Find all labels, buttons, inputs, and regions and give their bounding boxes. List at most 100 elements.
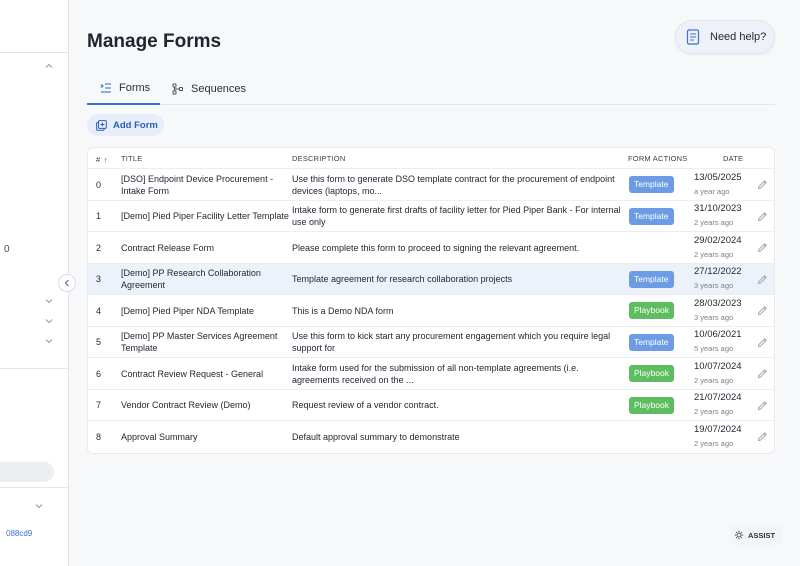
row-description: Request review of a vendor contract.	[292, 400, 439, 410]
row-number: 1	[96, 211, 102, 221]
row-number: 4	[96, 305, 102, 316]
table-row[interactable]: 2 Contract Release Form Please complete th…	[88, 231, 774, 263]
row-date: 31/10/2023 2 years ago	[694, 201, 752, 232]
playbook-badge[interactable]: Playbook	[629, 302, 674, 319]
column-header-description[interactable]: DESCRIPTION	[292, 154, 345, 163]
column-header-number[interactable]: # ↑	[96, 154, 108, 165]
sidebar-truncated-value: 0	[4, 244, 10, 255]
row-title[interactable]: [Demo] Pied Piper NDA Template	[121, 295, 289, 326]
column-header-date[interactable]: DATE	[723, 154, 743, 163]
tab-sequences-label: Sequences	[191, 82, 247, 95]
need-help-button[interactable]: Need help?	[675, 20, 775, 54]
row-description: Template agreement for research collabor…	[292, 274, 513, 284]
column-header-number-label: #	[96, 155, 101, 164]
pencil-icon	[757, 306, 767, 316]
row-description: This is a Demo NDA form	[292, 305, 394, 316]
row-date-relative: 2 years ago	[694, 438, 734, 448]
table-row[interactable]: 3 [Demo] PP Research Collaboration Agreem…	[88, 262, 774, 295]
assist-button[interactable]: ASSIST	[730, 525, 782, 545]
table-row[interactable]: 4 [Demo] Pied Piper NDA Template This is a…	[88, 294, 774, 326]
edit-button[interactable]	[755, 421, 769, 452]
template-badge[interactable]: Template	[629, 270, 674, 288]
edit-button[interactable]	[755, 358, 769, 389]
row-title[interactable]: [Demo] PP Research Collaboration Agreeme…	[121, 264, 289, 295]
row-title[interactable]: [DSO] Endpoint Device Procurement - Inta…	[121, 169, 289, 200]
table-row[interactable]: 6 Contract Review Request - General Intake…	[88, 357, 774, 389]
row-title[interactable]: Vendor Contract Review (Demo)	[121, 390, 289, 421]
playbook-badge[interactable]: Playbook	[629, 396, 674, 414]
sort-ascending-icon[interactable]: ↑	[103, 155, 108, 165]
tab-sequences[interactable]: Sequences	[172, 72, 246, 105]
pencil-icon	[757, 211, 767, 221]
chevron-down-icon[interactable]	[44, 316, 54, 326]
template-badge[interactable]: Template	[629, 176, 674, 193]
edit-button[interactable]	[755, 169, 769, 200]
row-title[interactable]: [Demo] PP Master Services Agreement Temp…	[121, 327, 289, 358]
sidebar-collapse-button[interactable]	[58, 274, 76, 292]
form-list-icon	[100, 82, 111, 93]
pencil-icon	[757, 369, 767, 379]
row-date-relative: 2 years ago	[694, 375, 734, 385]
playbook-badge[interactable]: Playbook	[629, 365, 674, 382]
sidebar-divider	[0, 487, 68, 488]
row-date: 10/06/2021 5 years ago	[694, 327, 752, 358]
row-title[interactable]: Approval Summary	[121, 421, 289, 452]
template-badge[interactable]: Template	[629, 207, 674, 225]
tab-forms[interactable]: Forms	[87, 72, 160, 105]
row-date-value: 10/07/2024	[694, 360, 742, 372]
chevron-up-icon[interactable]	[44, 61, 54, 71]
row-date: 29/02/2024 2 years ago	[694, 232, 752, 263]
row-date-relative: 2 years ago	[694, 407, 734, 416]
sidebar-selected-item[interactable]	[0, 462, 54, 482]
page-title: Manage Forms	[87, 31, 222, 52]
table-row[interactable]: 0 [DSO] Endpoint Device Procurement - Int…	[88, 168, 774, 200]
edit-button[interactable]	[755, 327, 769, 358]
row-date: 28/03/2023 3 years ago	[694, 295, 752, 326]
chevron-down-icon[interactable]	[34, 501, 44, 511]
row-form-action: Template	[629, 264, 689, 295]
row-number: 2	[96, 242, 102, 253]
row-date: 27/12/2022 3 years ago	[694, 264, 752, 295]
column-header-title[interactable]: TITLE	[121, 154, 142, 163]
chevron-left-icon	[64, 279, 69, 287]
sidebar-truncated-link[interactable]: 088cd9	[6, 529, 32, 538]
add-form-button[interactable]: Add Form	[87, 114, 164, 136]
table-row[interactable]: 5 [Demo] PP Master Services Agreement Tem…	[88, 325, 774, 358]
row-title[interactable]: [Demo] Pied Piper Facility Letter Templa…	[121, 201, 289, 232]
table-row[interactable]: 7 Vendor Contract Review (Demo) Request re…	[88, 388, 774, 421]
row-date-relative: 2 years ago	[694, 218, 734, 227]
pencil-icon	[757, 243, 767, 253]
row-form-action: Playbook	[629, 358, 689, 389]
row-date-value: 29/02/2024	[694, 234, 742, 246]
row-date-relative: a year ago	[694, 186, 730, 196]
need-help-label: Need help?	[710, 31, 767, 43]
row-date: 19/07/2024 2 years ago	[694, 421, 752, 452]
row-description: Use this form to generate DSO template c…	[292, 173, 615, 196]
sidebar-divider	[0, 52, 68, 53]
table-row[interactable]: 1 [Demo] Pied Piper Facility Letter Templ…	[88, 199, 774, 232]
table-row[interactable]: 8 Approval Summary Default approval summar…	[88, 420, 774, 452]
row-form-action	[629, 421, 689, 452]
column-header-form-actions: FORM ACTIONS	[628, 154, 688, 163]
table-header: # ↑ TITLE DESCRIPTION FORM ACTIONS DATE	[88, 148, 774, 168]
template-badge[interactable]: Template	[629, 333, 674, 351]
row-title[interactable]: Contract Release Form	[121, 232, 289, 263]
row-date-value: 28/03/2023	[694, 297, 742, 309]
row-form-action	[629, 232, 689, 263]
edit-button[interactable]	[755, 390, 769, 421]
row-description: Default approval summary to demonstrate	[292, 431, 460, 442]
row-date-value: 27/12/2022	[694, 266, 742, 277]
edit-button[interactable]	[755, 201, 769, 232]
chevron-down-icon[interactable]	[44, 296, 54, 306]
edit-button[interactable]	[755, 295, 769, 326]
edit-button[interactable]	[755, 232, 769, 263]
row-date-value: 10/06/2021	[694, 329, 742, 340]
main-content: Manage Forms Need help? Forms Sequences …	[69, 0, 800, 566]
edit-button[interactable]	[755, 264, 769, 295]
row-number: 7	[96, 400, 102, 410]
pencil-icon	[757, 432, 767, 442]
row-date-value: 21/07/2024	[694, 392, 742, 403]
row-form-action: Template	[629, 169, 689, 200]
row-title[interactable]: Contract Review Request - General	[121, 358, 289, 389]
chevron-down-icon[interactable]	[44, 336, 54, 346]
